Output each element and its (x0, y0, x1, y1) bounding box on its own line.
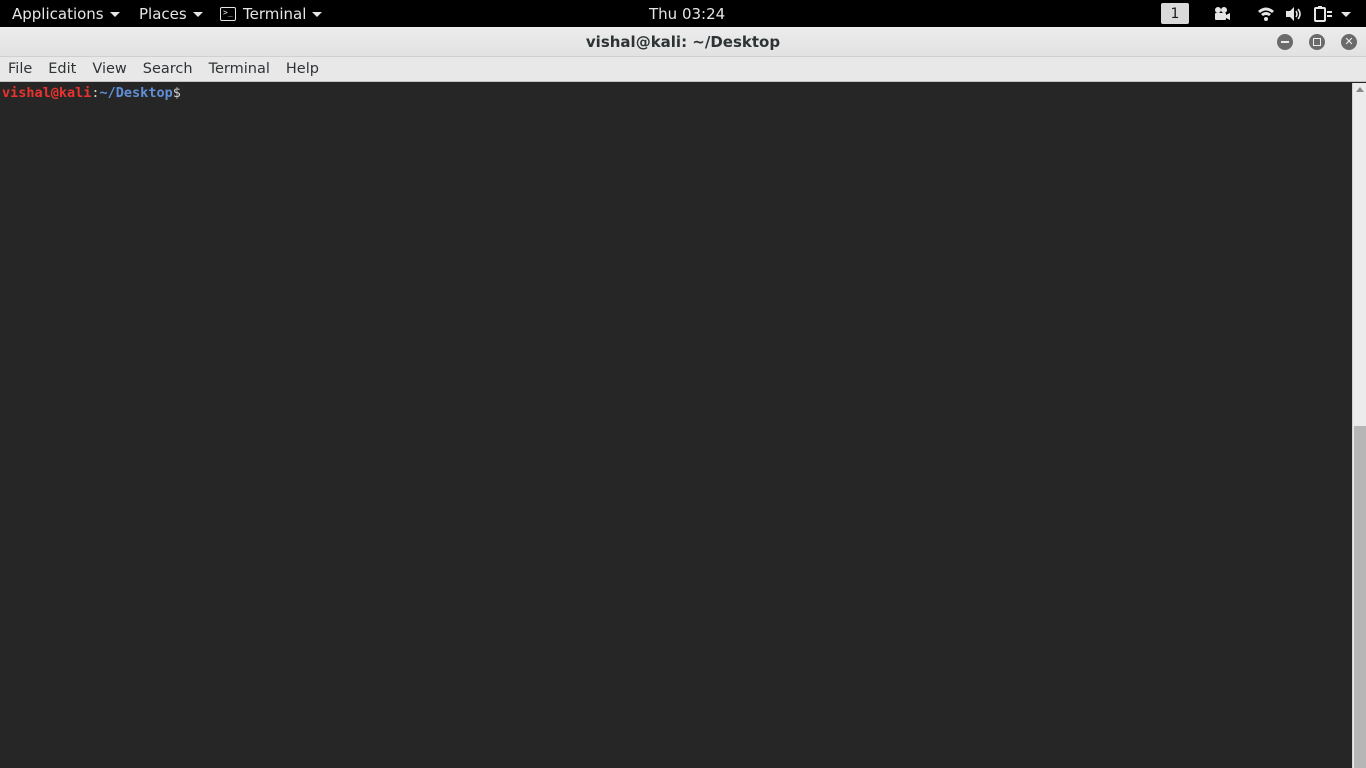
workspace-indicator[interactable]: 1 (1161, 0, 1189, 27)
menu-item-terminal[interactable]: Terminal (201, 57, 278, 82)
prompt-user: vishal@kali (2, 85, 92, 101)
window-titlebar[interactable]: vishal@kali: ~/Desktop ✕ (0, 27, 1366, 57)
power-icon[interactable] (1313, 0, 1351, 27)
prompt-path: ~/Desktop (99, 85, 173, 101)
terminal-output[interactable]: vishal@kali:~/Desktop$ (0, 83, 1352, 768)
places-label: Places (139, 4, 187, 23)
maximize-button[interactable] (1309, 34, 1325, 50)
terminal-window: vishal@kali: ~/Desktop ✕ File Edit View Sea… (0, 27, 1366, 768)
chevron-down-icon (192, 11, 203, 17)
clock[interactable]: Thu 03:24 (649, 0, 725, 27)
scrollbar-thumb[interactable] (1354, 426, 1366, 768)
chevron-down-icon (312, 11, 323, 17)
video-camera-icon[interactable] (1213, 0, 1231, 27)
chevron-down-icon (1341, 11, 1351, 17)
maximize-icon (1313, 38, 1321, 46)
minimize-button[interactable] (1277, 34, 1293, 50)
terminal-scrollbar[interactable] (1352, 83, 1366, 768)
minimize-icon (1281, 41, 1289, 43)
menu-item-edit[interactable]: Edit (40, 57, 84, 82)
wifi-icon[interactable] (1257, 0, 1275, 27)
menu-item-help[interactable]: Help (278, 57, 327, 82)
close-icon: ✕ (1344, 35, 1354, 48)
workspace-number: 1 (1161, 3, 1189, 24)
terminal-icon: >_ (220, 6, 236, 21)
menu-item-file[interactable]: File (0, 57, 40, 82)
menu-item-search[interactable]: Search (135, 57, 201, 82)
menu-item-view[interactable]: View (84, 57, 134, 82)
top-panel: Applications Places >_ Terminal Thu 03:2… (0, 0, 1366, 27)
app-menu[interactable]: >_ Terminal (220, 0, 323, 27)
prompt-symbol: $ (172, 85, 181, 101)
applications-label: Applications (12, 4, 104, 23)
menubar: File Edit View Search Terminal Help (0, 57, 1366, 82)
app-menu-label: Terminal (243, 4, 307, 23)
clock-label: Thu 03:24 (649, 4, 726, 23)
applications-menu[interactable]: Applications (12, 0, 120, 27)
chevron-down-icon (109, 11, 120, 17)
scroll-up-icon[interactable] (1356, 87, 1364, 92)
close-button[interactable]: ✕ (1341, 34, 1357, 50)
prompt-separator: : (91, 85, 100, 101)
volume-icon[interactable] (1285, 0, 1303, 27)
places-menu[interactable]: Places (139, 0, 203, 27)
window-title: vishal@kali: ~/Desktop (585, 32, 781, 51)
